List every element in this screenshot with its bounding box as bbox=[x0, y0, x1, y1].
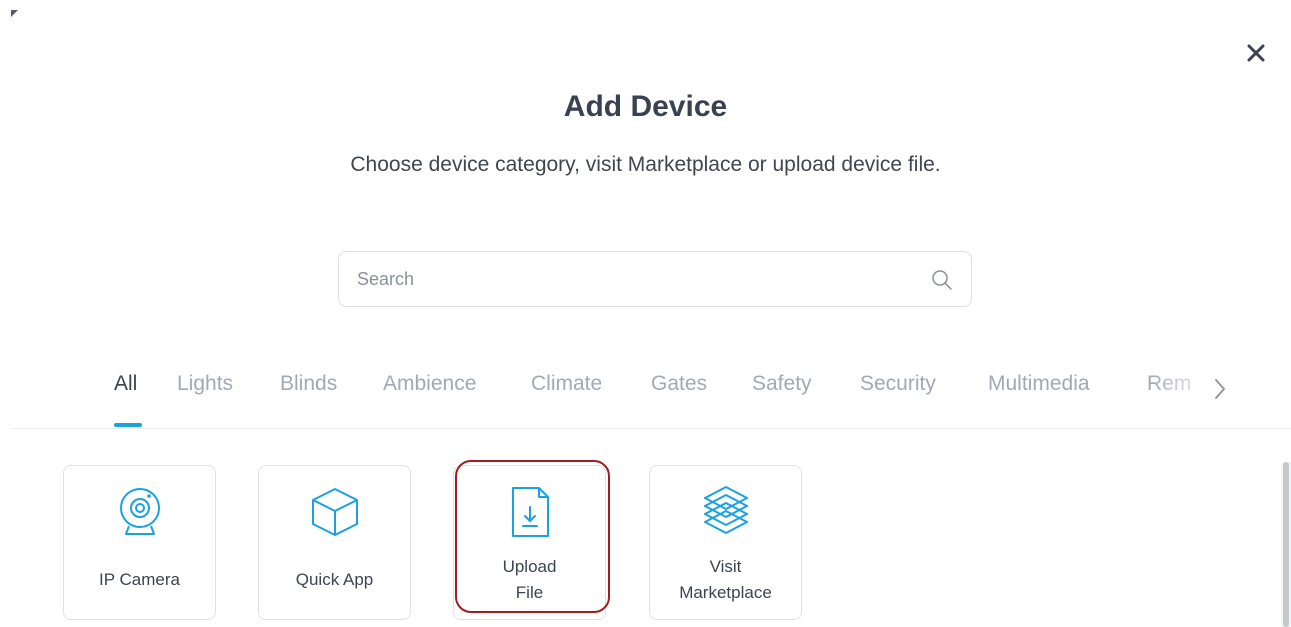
corner-mark-icon bbox=[11, 10, 18, 17]
tab-climate[interactable]: Climate bbox=[531, 372, 602, 396]
cube-icon bbox=[311, 488, 358, 536]
card-ip-camera[interactable]: IP Camera bbox=[63, 465, 216, 620]
card-label: IP Camera bbox=[99, 570, 180, 589]
layers-icon bbox=[703, 486, 748, 534]
tab-security[interactable]: Security bbox=[860, 372, 936, 396]
card-visit-marketplace[interactable]: Visit Marketplace bbox=[649, 465, 802, 620]
scrollbar-thumb[interactable] bbox=[1283, 462, 1289, 627]
dialog-title: Add Device bbox=[563, 90, 728, 123]
tab-lights[interactable]: Lights bbox=[177, 372, 233, 396]
card-label-line1: Upload bbox=[502, 557, 557, 576]
card-label-line2: Marketplace bbox=[679, 583, 772, 602]
tab-safety[interactable]: Safety bbox=[752, 372, 812, 396]
card-label-line1: Visit bbox=[709, 557, 742, 576]
card-upload-file[interactable]: Upload File bbox=[453, 465, 606, 620]
tab-gates[interactable]: Gates bbox=[651, 372, 707, 396]
file-download-icon bbox=[511, 487, 549, 537]
close-icon bbox=[1247, 44, 1265, 62]
tab-ambience[interactable]: Ambience bbox=[383, 372, 476, 396]
tab-all[interactable]: All bbox=[114, 372, 137, 396]
active-tab-indicator bbox=[114, 423, 142, 427]
category-tabs: All Lights Blinds Ambience Climate Gates… bbox=[0, 366, 1291, 428]
tab-multimedia[interactable]: Multimedia bbox=[988, 372, 1090, 396]
webcam-icon bbox=[119, 488, 160, 535]
search-box bbox=[338, 251, 972, 307]
card-label-line2: File bbox=[515, 583, 544, 602]
dialog-subtitle: Choose device category, visit Marketplac… bbox=[350, 153, 941, 176]
search-icon[interactable] bbox=[931, 269, 953, 291]
tab-remotes[interactable]: Rem bbox=[1147, 372, 1191, 396]
chevron-right-icon[interactable] bbox=[1208, 374, 1232, 404]
add-device-dialog: Add Device Choose device category, visit… bbox=[0, 0, 1291, 627]
search-input[interactable] bbox=[357, 252, 917, 306]
close-button[interactable] bbox=[1243, 40, 1269, 66]
card-quick-app[interactable]: Quick App bbox=[258, 465, 411, 620]
tab-blinds[interactable]: Blinds bbox=[280, 372, 337, 396]
card-label: Quick App bbox=[295, 570, 374, 589]
divider bbox=[10, 428, 1291, 429]
